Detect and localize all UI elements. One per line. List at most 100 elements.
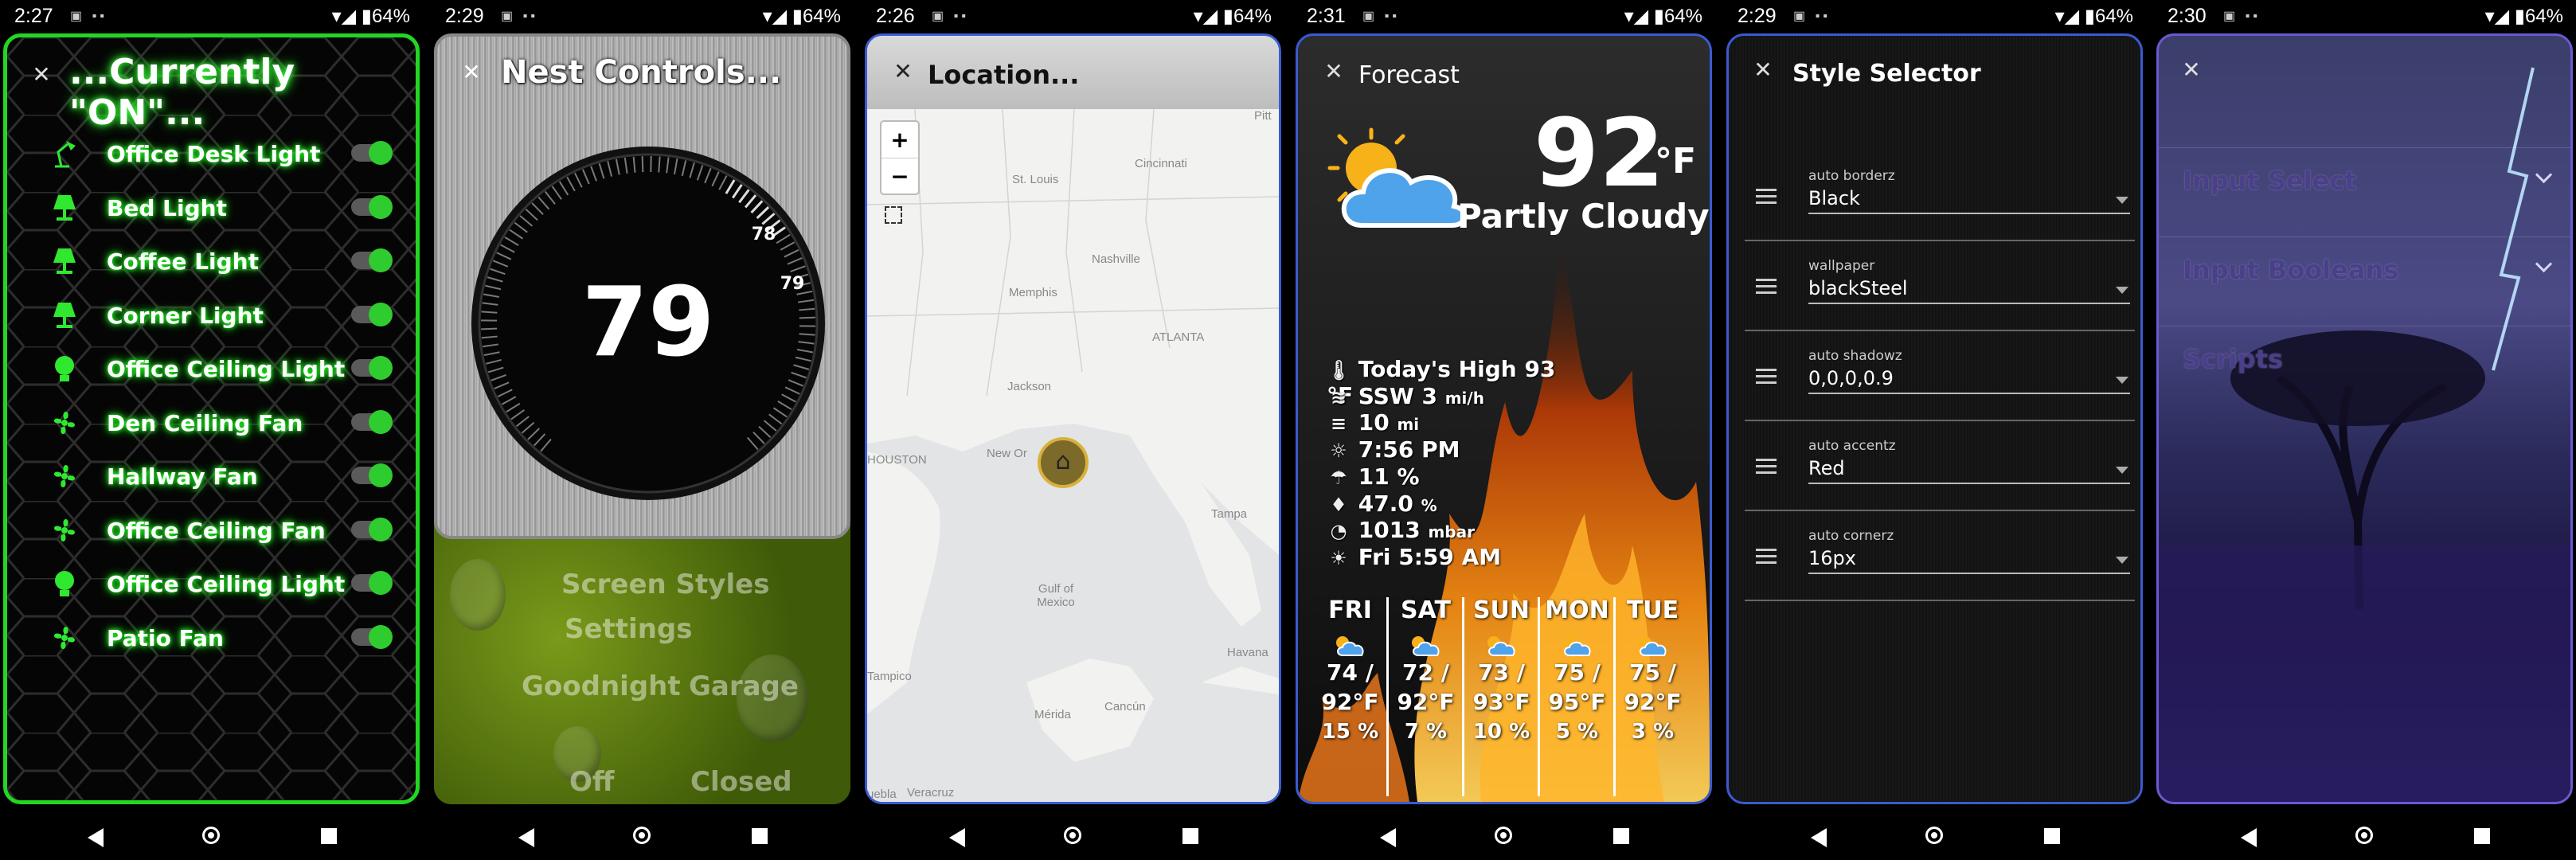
device-toggle[interactable] (351, 302, 393, 326)
recents-icon[interactable] (321, 828, 337, 844)
recents-icon[interactable] (1613, 828, 1629, 844)
close-icon[interactable]: ✕ (2179, 58, 2203, 82)
dropdown-arrow-icon[interactable] (2116, 557, 2128, 564)
close-icon[interactable]: ✕ (29, 63, 53, 87)
home-icon[interactable] (2355, 827, 2373, 844)
setting-select[interactable]: 16px (1808, 547, 1856, 569)
device-toggle[interactable] (351, 194, 393, 219)
device-row[interactable]: Office Desk Light (7, 127, 416, 181)
lamp-icon (49, 299, 80, 331)
back-icon[interactable] (2241, 828, 2257, 847)
map[interactable]: + − St. Louis Cincinnati Pitt Nashville … (867, 109, 1279, 802)
home-icon[interactable] (1495, 827, 1512, 844)
setting-select[interactable]: Red (1808, 457, 1845, 479)
bg-label-screen-styles[interactable]: Screen Styles (561, 569, 769, 600)
close-icon[interactable]: ✕ (891, 60, 915, 84)
setpoint-high: 78 (752, 225, 776, 244)
drag-handle-icon[interactable] (1756, 189, 1777, 205)
city-label: Gulf of Mexico (1037, 582, 1075, 609)
fan-icon (49, 622, 80, 654)
recents-icon[interactable] (2474, 828, 2490, 844)
device-toggle[interactable] (351, 624, 393, 649)
bg-label-off[interactable]: Off (569, 766, 614, 798)
back-icon[interactable] (1380, 828, 1396, 847)
menu-label: Scripts (2183, 344, 2284, 374)
drag-handle-icon[interactable] (1756, 549, 1777, 565)
bg-label-garage[interactable]: Garage (689, 670, 799, 702)
device-row[interactable]: Office Ceiling Fan (7, 503, 416, 557)
thermometer-icon: 🌡 (1327, 359, 1351, 381)
bg-label-settings[interactable]: Settings (565, 613, 693, 645)
setting-select[interactable]: Black (1808, 187, 1860, 209)
home-icon[interactable] (633, 827, 651, 844)
battery-text: 64% (371, 6, 410, 27)
menu-input-select[interactable]: Input Select (2159, 147, 2570, 236)
dial-tick (799, 316, 815, 319)
home-icon[interactable] (1064, 827, 1081, 844)
drag-handle-icon[interactable] (1756, 369, 1777, 385)
device-row[interactable]: Office Ceiling Light (7, 342, 416, 396)
device-row[interactable]: Den Ceiling Fan (7, 396, 416, 450)
day-high: 92°F (1397, 689, 1455, 715)
nest-card: Screen Styles Settings Goodnight Garage … (434, 33, 850, 804)
device-toggle[interactable] (351, 517, 393, 541)
dropdown-arrow-icon[interactable] (2116, 287, 2128, 294)
back-icon[interactable] (518, 828, 534, 847)
recents-icon[interactable] (1182, 828, 1198, 844)
weather-stat: ☀ Fri 5:59 AM (1327, 544, 1566, 571)
thermostat-dial[interactable]: 79 78 79 (469, 144, 827, 502)
home-icon[interactable] (1925, 827, 1943, 844)
page-title: ...Currently "ON"... (69, 52, 295, 133)
recents-icon[interactable] (2044, 828, 2060, 844)
device-row[interactable]: Hallway Fan (7, 449, 416, 503)
device-toggle[interactable] (351, 141, 393, 165)
menu-scripts[interactable]: Scripts (2159, 326, 2570, 414)
bg-label-closed[interactable]: Closed (690, 766, 792, 798)
zoom-in-button[interactable]: + (881, 122, 918, 158)
setting-row: auto cornerz 16px (1745, 510, 2135, 601)
stat-text: Fri 5:59 AM (1358, 543, 1502, 570)
forecast-card: ✕ Forecast 92 °F Partly Cloudy 🌡 Today's… (1296, 33, 1712, 804)
setting-label: auto cornerz (1808, 528, 1894, 544)
device-row[interactable]: Bed Light (7, 181, 416, 235)
bg-label-goodnight[interactable]: Goodnight (522, 670, 681, 702)
nav-bar (1723, 804, 2146, 860)
setting-select[interactable]: blackSteel (1808, 277, 1908, 299)
fullscreen-icon[interactable] (885, 206, 902, 224)
battery-text: 64% (2094, 6, 2133, 27)
close-icon[interactable]: ✕ (1751, 58, 1775, 82)
device-toggle[interactable] (351, 248, 393, 272)
day-name: SUN (1472, 596, 1530, 624)
device-toggle[interactable] (351, 571, 393, 595)
back-icon[interactable] (88, 828, 104, 847)
back-icon[interactable] (949, 828, 965, 847)
phone-forecast: 2:31 ▣ ▪▪ ▾◢ ▮64% ✕ Forecast 92 °F Partl… (1292, 0, 1715, 860)
drag-handle-icon[interactable] (1756, 279, 1777, 295)
drag-handle-icon[interactable] (1756, 459, 1777, 475)
home-icon[interactable] (202, 827, 220, 844)
dropdown-arrow-icon[interactable] (2116, 467, 2128, 474)
menu-input-booleans[interactable]: Input Booleans (2159, 236, 2570, 325)
stat-unit: mbar (1428, 522, 1475, 542)
close-icon[interactable]: ✕ (459, 61, 483, 84)
city-label: Jackson (1007, 380, 1052, 393)
setting-select[interactable]: 0,0,0,0.9 (1808, 367, 1894, 389)
day-low: 74 / (1327, 659, 1374, 686)
device-row[interactable]: Office Ceiling Light (7, 557, 416, 611)
device-toggle[interactable] (351, 463, 393, 487)
recents-icon[interactable] (752, 828, 768, 844)
zoom-out-button[interactable]: − (881, 158, 918, 194)
close-icon[interactable]: ✕ (1322, 60, 1346, 84)
device-row[interactable]: Coffee Light (7, 234, 416, 288)
weather-stat: ≋ SSW 3 mi/h (1327, 383, 1566, 410)
device-toggle[interactable] (351, 356, 393, 380)
dropdown-arrow-icon[interactable] (2116, 197, 2128, 204)
dropdown-arrow-icon[interactable] (2116, 377, 2128, 384)
signal-icon: ▾◢ ▮ (2484, 6, 2525, 27)
device-toggle[interactable] (351, 409, 393, 434)
back-icon[interactable] (1811, 828, 1827, 847)
device-row[interactable]: Corner Light (7, 288, 416, 342)
device-row[interactable]: Patio Fan (7, 611, 416, 665)
home-marker-icon[interactable]: ⌂ (1038, 437, 1089, 488)
status-bar: 2:29 ▣ ▪▪ ▾◢ ▮64% (1723, 0, 2146, 33)
